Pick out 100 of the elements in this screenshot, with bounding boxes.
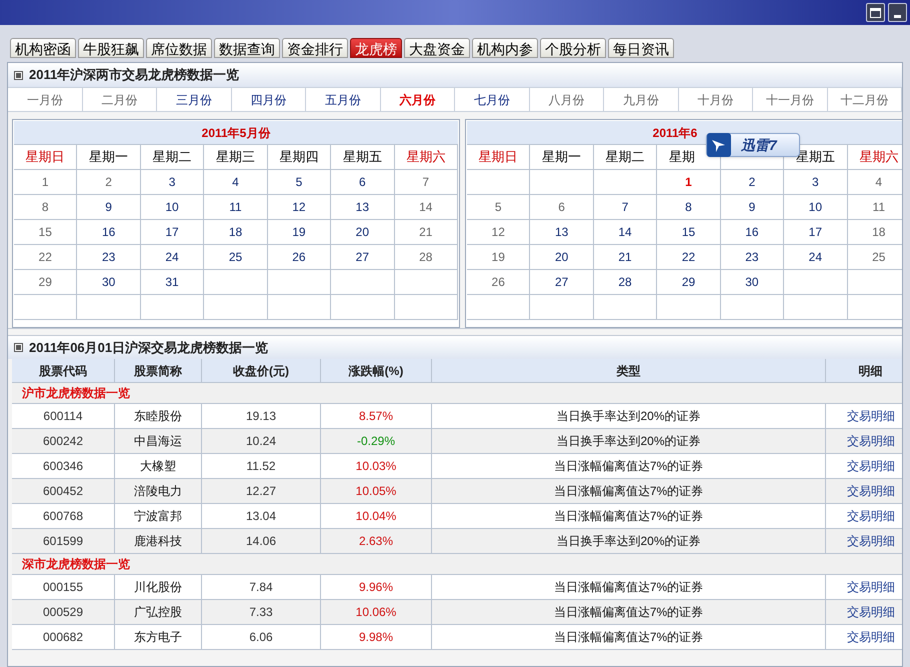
calendar-day[interactable]: 13 [331, 195, 395, 220]
tab[interactable]: 牛股狂飙 [78, 38, 144, 58]
collapse-icon[interactable] [14, 70, 23, 80]
tab[interactable]: 龙虎榜 [350, 38, 402, 58]
calendar-day[interactable]: 22 [657, 245, 721, 270]
calendar-day: 22 [14, 245, 78, 270]
calendar-cell [784, 295, 848, 320]
calendar-day[interactable]: 1 [657, 170, 721, 195]
table-cell: 11.52 [202, 454, 321, 478]
detail-link[interactable]: 交易明细 [847, 507, 895, 525]
tab[interactable]: 资金排行 [282, 38, 348, 58]
floating-widget[interactable]: 迅雷7 [706, 133, 800, 157]
table-cell: 9.96% [321, 575, 432, 599]
table-cell: 7.84 [202, 575, 321, 599]
calendar-day[interactable]: 5 [268, 170, 332, 195]
column-header: 收盘价(元) [202, 359, 321, 382]
calendar-day: 11 [848, 195, 902, 220]
calendar-day[interactable]: 7 [594, 195, 658, 220]
group-title: 沪市龙虎榜数据一览 [22, 385, 130, 402]
table-cell: 13.04 [202, 504, 321, 528]
month-tab[interactable]: 八月份 [530, 88, 604, 111]
calendar-day[interactable]: 8 [657, 195, 721, 220]
detail-link[interactable]: 交易明细 [847, 432, 895, 450]
calendar-day[interactable]: 23 [77, 245, 141, 270]
month-tab[interactable]: 二月份 [82, 88, 157, 111]
calendar-day[interactable]: 19 [268, 220, 332, 245]
calendar-day[interactable]: 14 [594, 220, 658, 245]
month-tab[interactable]: 十月份 [678, 88, 753, 111]
table-cell: 19.13 [202, 404, 321, 428]
calendar-day[interactable]: 9 [77, 195, 141, 220]
month-tab[interactable]: 五月份 [306, 88, 380, 111]
tab[interactable]: 机构内参 [472, 38, 538, 58]
table-cell: 当日换手率达到20%的证券 [432, 529, 826, 553]
table-cell: 601599 [12, 529, 115, 553]
table-cell: 600452 [12, 479, 115, 503]
month-tab[interactable]: 七月份 [455, 88, 530, 111]
detail-link[interactable]: 交易明细 [847, 407, 895, 425]
group-title: 深市龙虎榜数据一览 [22, 556, 130, 573]
table-cell: 10.05% [321, 479, 432, 503]
table-cell: 广弘控股 [115, 600, 202, 624]
calendar-day[interactable]: 2 [720, 170, 784, 195]
calendar-day[interactable]: 21 [594, 245, 658, 270]
table-cell: 600242 [12, 429, 115, 453]
table-cell: 2.63% [321, 529, 432, 553]
month-tab[interactable]: 六月份 [380, 88, 455, 111]
calendar-day[interactable]: 15 [657, 220, 721, 245]
tab[interactable]: 席位数据 [146, 38, 212, 58]
calendar-title: 2011年6 [652, 124, 698, 142]
table-cell: 中昌海运 [115, 429, 202, 453]
month-tab[interactable]: 十一月份 [753, 88, 828, 111]
calendar-day[interactable]: 6 [331, 170, 395, 195]
calendar-day[interactable]: 10 [140, 195, 204, 220]
tab[interactable]: 数据查询 [214, 38, 280, 58]
calendar-cell [784, 270, 848, 295]
calendar-day[interactable]: 23 [720, 245, 784, 270]
calendar-day[interactable]: 20 [530, 245, 594, 270]
calendar-day[interactable]: 3 [140, 170, 204, 195]
detail-link[interactable]: 交易明细 [847, 578, 895, 596]
calendar-day[interactable]: 17 [784, 220, 848, 245]
calendar-day[interactable]: 18 [204, 220, 268, 245]
detail-link[interactable]: 交易明细 [847, 457, 895, 475]
tab[interactable]: 大盘资金 [404, 38, 470, 58]
detail-link[interactable]: 交易明细 [847, 603, 895, 621]
table-cell: 600768 [12, 504, 115, 528]
weekday-header: 星期五 [331, 145, 395, 170]
calendar-day[interactable]: 12 [268, 195, 332, 220]
table-cell: 10.06% [321, 600, 432, 624]
maximize-button[interactable] [866, 3, 885, 22]
calendar-day[interactable]: 9 [720, 195, 784, 220]
calendar-day[interactable]: 20 [331, 220, 395, 245]
column-header: 股票代码 [12, 359, 115, 382]
collapse-icon[interactable] [14, 343, 23, 352]
calendar-day[interactable]: 13 [530, 220, 594, 245]
calendar-cell [594, 295, 658, 320]
calendar-title: 2011年5月份 [202, 124, 270, 142]
month-tab[interactable]: 一月份 [8, 88, 82, 111]
calendar-day[interactable]: 11 [204, 195, 268, 220]
month-tab[interactable]: 四月份 [232, 88, 306, 111]
calendar-day[interactable]: 17 [140, 220, 204, 245]
calendar-day[interactable]: 16 [77, 220, 141, 245]
calendar-day[interactable]: 16 [720, 220, 784, 245]
column-header: 类型 [432, 359, 826, 382]
calendar-day[interactable]: 24 [140, 245, 204, 270]
calendar-day[interactable]: 4 [204, 170, 268, 195]
calendar-day[interactable]: 10 [784, 195, 848, 220]
month-tab[interactable]: 三月份 [157, 88, 232, 111]
month-tab[interactable]: 十二月份 [828, 88, 902, 111]
tab[interactable]: 每日资讯 [608, 38, 674, 58]
detail-link[interactable]: 交易明细 [847, 482, 895, 500]
minimize-button[interactable] [888, 3, 907, 22]
detail-link[interactable]: 交易明细 [847, 532, 895, 550]
calendar-cell [77, 295, 141, 320]
tab[interactable]: 个股分析 [540, 38, 606, 58]
tab[interactable]: 机构密函 [10, 38, 76, 58]
month-tab[interactable]: 九月份 [604, 88, 678, 111]
calendar-day[interactable]: 3 [784, 170, 848, 195]
table-cell: 000529 [12, 600, 115, 624]
weekday-header: 星期一 [77, 145, 141, 170]
column-header: 涨跌幅(%) [321, 359, 432, 382]
detail-link[interactable]: 交易明细 [847, 628, 895, 646]
